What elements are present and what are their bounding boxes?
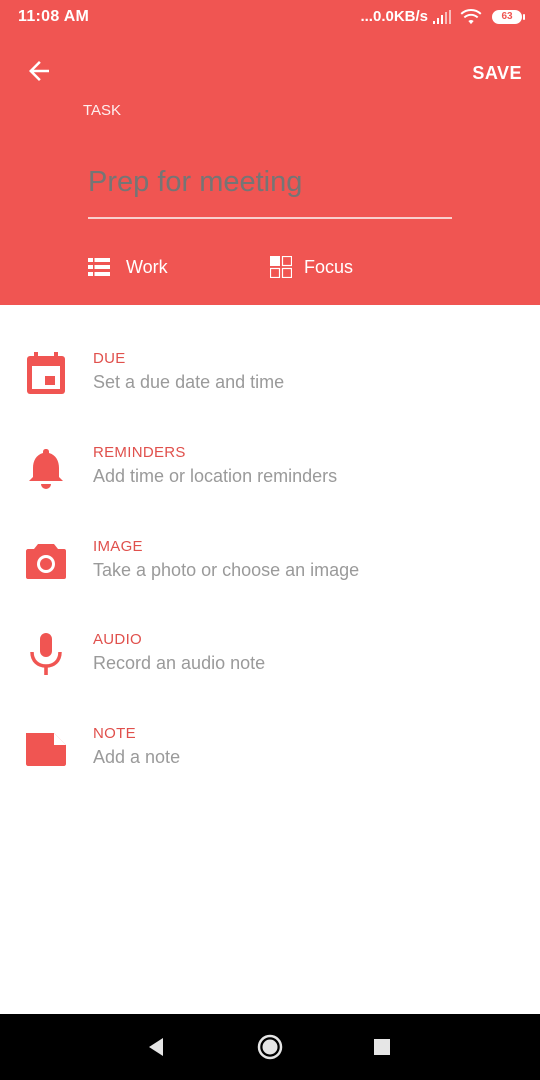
option-title: DUE bbox=[93, 350, 126, 367]
status-bar: 11:08 AM ...0.0KB/s 63 bbox=[0, 0, 540, 34]
option-title: NOTE bbox=[93, 725, 136, 742]
option-note[interactable]: NOTE Add a note bbox=[0, 725, 540, 805]
task-label: TASK bbox=[83, 102, 122, 119]
option-audio[interactable]: AUDIO Record an audio note bbox=[0, 631, 540, 711]
network-speed: ...0.0KB/s bbox=[360, 8, 428, 25]
task-name-input[interactable] bbox=[88, 152, 452, 212]
option-image[interactable]: IMAGE Take a photo or choose an image bbox=[0, 538, 540, 618]
list-selector-label: Work bbox=[126, 256, 168, 277]
option-subtitle: Set a due date and time bbox=[93, 372, 285, 392]
grid-icon bbox=[270, 256, 292, 278]
system-navigation-bar bbox=[0, 1014, 540, 1080]
wifi-icon bbox=[460, 8, 482, 24]
camera-icon bbox=[26, 544, 66, 579]
priority-selector-label: Focus bbox=[304, 256, 354, 277]
task-input-underline bbox=[88, 217, 452, 219]
status-time: 11:08 AM bbox=[18, 8, 90, 25]
option-subtitle: Add time or location reminders bbox=[93, 466, 338, 486]
nav-back-icon[interactable] bbox=[141, 1032, 171, 1062]
option-subtitle: Take a photo or choose an image bbox=[93, 560, 360, 580]
option-subtitle: Record an audio note bbox=[93, 653, 266, 673]
option-due[interactable]: DUE Set a due date and time bbox=[0, 350, 540, 430]
option-title: REMINDERS bbox=[93, 444, 186, 461]
option-reminders[interactable]: REMINDERS Add time or location reminders bbox=[0, 444, 540, 524]
bell-icon bbox=[29, 449, 63, 489]
nav-home-icon[interactable] bbox=[255, 1032, 285, 1062]
priority-selector-focus[interactable]: Focus bbox=[270, 256, 353, 278]
status-indicators: ...0.0KB/s 63 bbox=[360, 8, 525, 25]
arrow-back-icon[interactable] bbox=[24, 56, 54, 86]
signal-icon bbox=[433, 9, 451, 24]
option-title: AUDIO bbox=[93, 631, 143, 648]
list-icon bbox=[88, 258, 110, 276]
option-subtitle: Add a note bbox=[93, 747, 181, 767]
microphone-icon bbox=[30, 633, 62, 675]
task-header: 11:08 AM ...0.0KB/s 63 SAVE TASK Prep fo… bbox=[0, 0, 540, 305]
battery-indicator: 63 bbox=[492, 9, 525, 24]
nav-recents-icon[interactable] bbox=[367, 1032, 397, 1062]
calendar-icon bbox=[27, 352, 65, 394]
note-icon bbox=[26, 733, 66, 766]
list-selector-work[interactable]: Work bbox=[88, 256, 168, 278]
option-title: IMAGE bbox=[93, 538, 143, 555]
save-button[interactable]: SAVE bbox=[466, 62, 528, 85]
battery-level: 63 bbox=[501, 10, 513, 22]
